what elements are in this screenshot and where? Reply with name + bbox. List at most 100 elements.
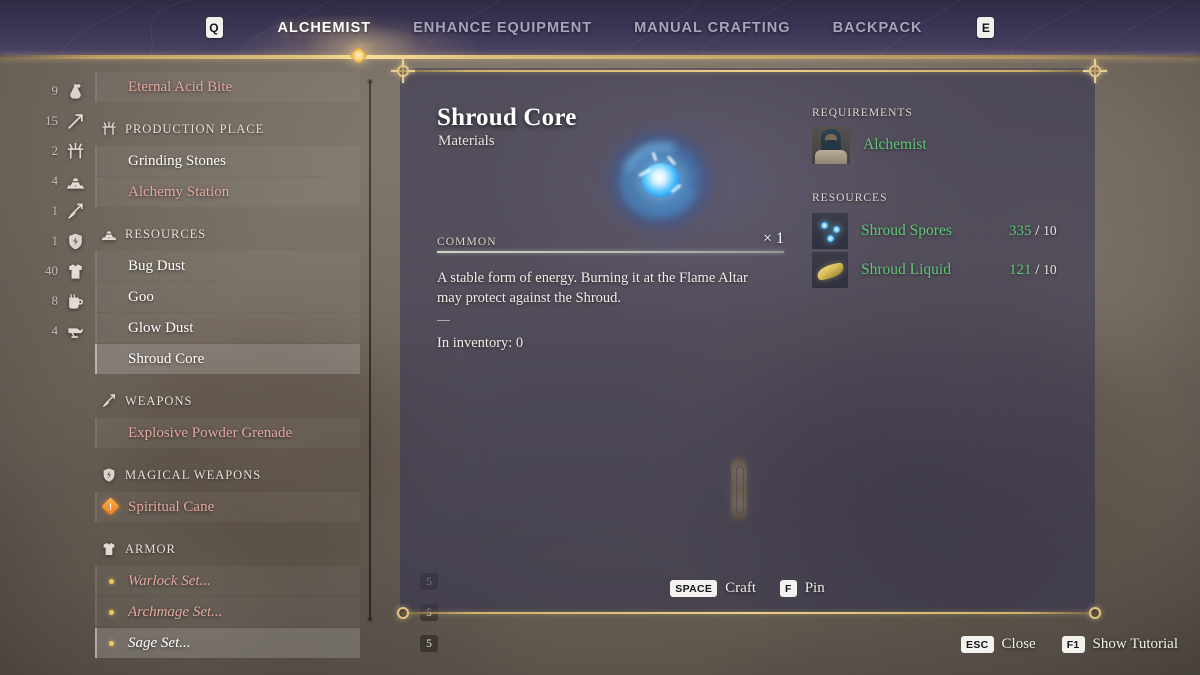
blue-energy-core-icon	[598, 125, 722, 235]
corner-ornament-icon	[394, 604, 412, 622]
recipe-item-label: Goo	[128, 288, 154, 305]
craft-key: SPACE	[670, 580, 718, 597]
corner-ornament-icon	[1086, 62, 1104, 80]
tab-manual-crafting[interactable]: MANUAL CRAFTING	[613, 20, 812, 36]
magic-shield-icon	[100, 467, 117, 484]
recipe-item-label: Archmage Set...	[128, 603, 223, 620]
resource-row: Shroud Spores 335 / 10	[812, 213, 1057, 249]
recipe-list-item[interactable]: Shroud Core	[95, 344, 360, 374]
gold-divider	[0, 55, 1200, 59]
new-item-bullet-icon	[109, 641, 114, 646]
pin-key: F	[780, 580, 797, 597]
resource-have: 335	[1009, 222, 1032, 239]
category-count: 2	[51, 143, 59, 158]
category-icon-row[interactable]: 1	[30, 226, 86, 256]
resources-heading: RESOURCES	[812, 192, 888, 204]
requirement-name: Alchemist	[863, 136, 927, 153]
category-count: 1	[51, 203, 59, 218]
category-icon-row[interactable]: 4	[30, 316, 86, 346]
craft-label: Craft	[725, 580, 756, 596]
resource-have: 121	[1009, 261, 1032, 278]
recipe-list-item[interactable]: Warlock Set...5	[95, 566, 438, 596]
tutorial-key: F1	[1061, 636, 1085, 653]
craft-action[interactable]: SPACE Craft	[670, 580, 756, 597]
resource-slash: /	[1035, 261, 1040, 278]
next-tab-key[interactable]: E	[977, 17, 995, 38]
inventory-count: In inventory: 0	[437, 335, 524, 351]
category-icon-row[interactable]: 15	[30, 106, 86, 136]
sword-icon	[100, 393, 117, 410]
category-icon-row[interactable]: 8	[30, 286, 86, 316]
category-icon-row[interactable]: 2	[30, 136, 86, 166]
pin-action[interactable]: F Pin	[780, 580, 825, 597]
sidebar-section-label: WEAPONS	[125, 393, 193, 408]
category-icon-row[interactable]: 1	[30, 196, 86, 226]
armor-shirt-icon	[100, 541, 117, 558]
recipe-list-item[interactable]: Grinding Stones	[95, 146, 360, 176]
corner-ornament-icon	[1086, 604, 1104, 622]
sidebar-scrollbar-track[interactable]	[369, 82, 747, 620]
recipe-list-item[interactable]: Sage Set... 5	[95, 628, 438, 658]
category-count: 4	[51, 323, 59, 338]
recipe-list-item[interactable]: Bug Dust	[95, 251, 360, 281]
resource-name: Shroud Spores	[861, 222, 952, 239]
tab-enhance-equipment[interactable]: ENHANCE EQUIPMENT	[392, 20, 613, 36]
prev-tab-key[interactable]: Q	[205, 17, 223, 38]
recipe-item-label: Explosive Powder Grenade	[128, 424, 293, 441]
recipe-list-item[interactable]: Glow Dust	[95, 313, 360, 343]
category-count: 4	[51, 173, 59, 188]
recipe-list-item[interactable]: Goo	[95, 282, 360, 312]
workbench-icon	[65, 141, 86, 162]
workbench-icon	[100, 121, 117, 138]
recipe-item-label: Shroud Core	[128, 350, 205, 367]
category-icon-row[interactable]: 9	[30, 76, 86, 106]
close-hint[interactable]: ESC Close	[961, 636, 1036, 653]
sidebar-section-header: RESOURCES	[100, 221, 360, 247]
recipe-sidebar: Eternal Acid Bite PRODUCTION PLACE Grindin…	[95, 72, 438, 659]
armor-shirt-icon	[65, 261, 86, 282]
sidebar-section-header: MAGICAL WEAPONS	[100, 462, 360, 488]
tutorial-label: Show Tutorial	[1092, 636, 1178, 652]
recipe-list-item[interactable]: Spiritual Cane	[95, 492, 360, 522]
recipe-item-label: Grinding Stones	[128, 152, 226, 169]
scrollbar-bottom-cap	[366, 617, 374, 622]
sidebar-section-label: PRODUCTION PLACE	[125, 121, 265, 136]
ingots-icon	[100, 226, 117, 243]
arrow-icon	[65, 111, 86, 132]
recipe-list-item[interactable]: Explosive Powder Grenade	[95, 418, 360, 448]
category-icon-row[interactable]: 40	[30, 256, 86, 286]
close-label: Close	[1001, 636, 1036, 652]
recipe-list-item[interactable]: Archmage Set...5	[95, 597, 438, 627]
pin-label: Pin	[804, 580, 825, 596]
sidebar-section-label: RESOURCES	[125, 226, 207, 241]
resource-name: Shroud Liquid	[861, 261, 951, 278]
recipe-item-label: Bug Dust	[128, 257, 186, 274]
shroud-liquid-icon	[812, 252, 848, 288]
alert-diamond-icon	[101, 497, 120, 516]
show-tutorial-hint[interactable]: F1 Show Tutorial	[1061, 636, 1178, 653]
anvil-icon	[65, 321, 86, 342]
tab-alchemist[interactable]: ALCHEMIST	[257, 20, 393, 36]
recipe-item-label: Eternal Acid Bite	[128, 78, 233, 95]
item-description: A stable form of energy. Burning it at t…	[437, 270, 748, 306]
recipe-item-label: Glow Dust	[128, 319, 194, 336]
new-item-bullet-icon	[109, 579, 114, 584]
sidebar-section-header: PRODUCTION PLACE	[100, 116, 360, 142]
resource-need: 10	[1043, 222, 1057, 238]
sidebar-section-header: WEAPONS	[100, 388, 360, 414]
recipe-item-label: Spiritual Cane	[128, 498, 215, 515]
magic-shield-icon	[65, 231, 86, 252]
ingots-icon	[65, 171, 86, 192]
requirements-heading: REQUIREMENTS	[812, 107, 913, 119]
sidebar-section-header: ARMOR	[100, 536, 360, 562]
alchemist-portrait-icon	[812, 126, 850, 164]
recipe-item-label: Alchemy Station	[128, 183, 230, 200]
resource-need: 10	[1043, 261, 1057, 277]
recipe-list-item[interactable]: Eternal Acid Bite	[95, 72, 360, 102]
description-separator	[437, 320, 450, 321]
resource-slash: /	[1035, 222, 1040, 239]
category-icon-row[interactable]: 4	[30, 166, 86, 196]
close-key: ESC	[961, 636, 994, 653]
recipe-list-item[interactable]: Alchemy Station	[95, 177, 360, 207]
tab-backpack[interactable]: BACKPACK	[812, 20, 944, 36]
